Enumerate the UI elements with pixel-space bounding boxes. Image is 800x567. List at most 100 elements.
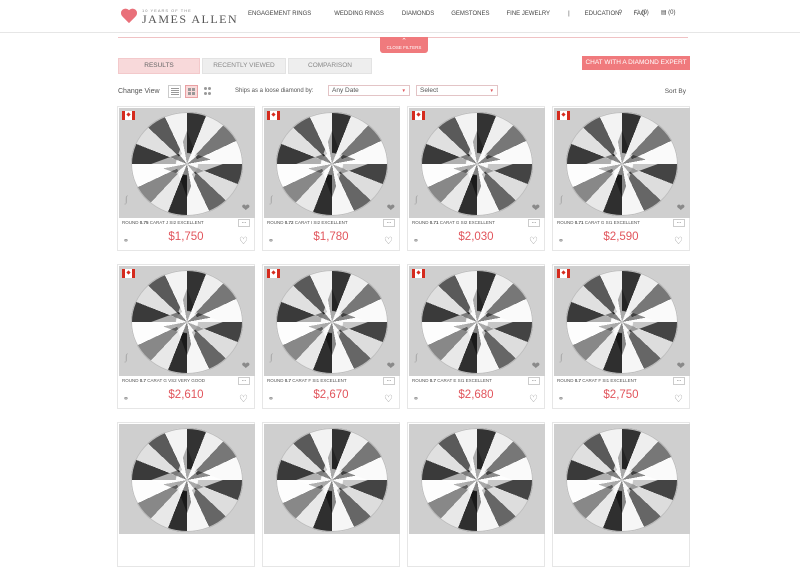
james-allen-logo[interactable]: 10 YEARS OF THE JAMES ALLEN	[120, 6, 238, 28]
product-card[interactable]: ∫ ❤ ROUND 0.7 CARAT E SI1 EXCELLENT... ⚭ $2,…	[407, 264, 545, 409]
ship-date-value: Any Date	[332, 87, 359, 94]
canada-flag-icon	[557, 269, 570, 278]
product-card[interactable]: ∫ ❤ ROUND 0.7 CARAT F SI1 EXCELLENT... ⚭ $2,…	[262, 264, 400, 409]
chat-expert-button[interactable]: CHAT WITH A DIAMOND EXPERT	[582, 56, 690, 70]
diamond-image[interactable]	[119, 424, 255, 534]
list-view-icon[interactable]	[168, 85, 181, 98]
desc-specs: CARAT I SI2 EXCELLENT	[294, 220, 348, 225]
more-options-icon[interactable]: ...	[673, 219, 685, 227]
canada-flag-icon	[122, 111, 135, 120]
watermark-logo: ∫	[125, 194, 128, 204]
desc-specs: CARAT G VS2 VERY GOOD	[147, 378, 205, 383]
diamond-image[interactable]: ∫ ❤	[119, 108, 255, 218]
results-toolbar: Change View Ships as a loose diamond by:…	[118, 85, 690, 99]
watermark-logo: ∫	[270, 352, 273, 362]
diamond-image[interactable]: ∫ ❤	[409, 108, 545, 218]
nav-fine-jewelry[interactable]: FINE JEWELRY	[506, 11, 550, 17]
product-card[interactable]	[407, 422, 545, 567]
favorite-heart-icon[interactable]: ♡	[674, 394, 683, 405]
diamond-description: ROUND 0.7 CARAT E SI1 EXCELLENT	[412, 378, 492, 383]
tab-results[interactable]: RESULTS	[118, 58, 200, 74]
ships-by-label: Ships as a loose diamond by:	[235, 88, 314, 94]
desc-shape: ROUND	[267, 378, 284, 383]
favorite-heart-icon[interactable]: ♡	[674, 236, 683, 247]
favorite-heart-icon[interactable]: ♡	[239, 236, 248, 247]
desc-specs: CARAT F SI1 EXCELLENT	[582, 378, 637, 383]
product-card[interactable]: ∫ ❤ ROUND 0.7 CARAT G VS2 VERY GOOD... ⚭ $2,…	[117, 264, 255, 409]
watermark-logo: ∫	[270, 194, 273, 204]
more-options-icon[interactable]: ...	[383, 377, 395, 385]
heart-icon: ♡	[634, 10, 640, 16]
nav-education[interactable]: EDUCATION	[585, 11, 620, 17]
favorite-heart-icon[interactable]: ♡	[384, 236, 393, 247]
canada-flag-icon	[412, 269, 425, 278]
caret-down-icon: ▼	[489, 88, 494, 93]
search-icon[interactable]: ⚲	[618, 9, 622, 16]
heart-badge-icon: ❤	[531, 361, 540, 372]
diamond-image[interactable]: ∫ ❤	[264, 108, 400, 218]
nav-gemstones[interactable]: GEMSTONES	[451, 11, 489, 17]
price: $1,780	[313, 231, 349, 243]
grid-view-icon[interactable]	[185, 85, 198, 98]
view-switcher	[168, 85, 215, 98]
diamond-image[interactable]: ∫ ❤	[554, 108, 690, 218]
diamond-description: ROUND 0.7 CARAT G VS2 VERY GOOD	[122, 378, 205, 383]
diamond-image[interactable]: ∫ ❤	[264, 266, 400, 376]
price: $2,030	[458, 231, 494, 243]
more-options-icon[interactable]: ...	[238, 219, 250, 227]
diamond-image[interactable]: ∫ ❤	[409, 266, 545, 376]
favorite-heart-icon[interactable]: ♡	[239, 394, 248, 405]
nav-wedding-rings[interactable]: WEDDING RINGS	[334, 11, 384, 17]
product-card[interactable]: ∫ ❤ ROUND 0.7 CARAT F SI1 EXCELLENT... ⚭ $2,…	[552, 264, 690, 409]
more-options-icon[interactable]: ...	[673, 377, 685, 385]
diamond-graphic	[421, 428, 533, 532]
desc-shape: ROUND	[412, 220, 429, 225]
cart-button[interactable]: ▤ (0)	[661, 9, 676, 16]
tab-comparison[interactable]: COMPARISON	[288, 58, 372, 74]
diamond-image[interactable]	[264, 424, 400, 534]
diamond-graphic	[276, 112, 388, 216]
tab-recently-viewed[interactable]: RECENTLY VIEWED	[202, 58, 286, 74]
sort-by-label[interactable]: Sort By	[665, 88, 686, 95]
close-filters-button[interactable]: ⌃ CLOSE FILTERS	[380, 37, 428, 53]
desc-carat: 0.7	[574, 378, 582, 383]
diamond-image[interactable]	[554, 424, 690, 534]
desc-specs: CARAT E SI1 EXCELLENT	[437, 378, 492, 383]
desc-shape: ROUND	[122, 378, 139, 383]
wishlist-button[interactable]: ♡ (0)	[634, 9, 648, 16]
product-card[interactable]	[117, 422, 255, 567]
favorite-heart-icon[interactable]: ♡	[529, 394, 538, 405]
secondary-select[interactable]: Select ▼	[416, 85, 498, 96]
price: $2,750	[603, 389, 639, 401]
more-options-icon[interactable]: ...	[528, 377, 540, 385]
diamond-image[interactable]: ∫ ❤	[119, 266, 255, 376]
large-grid-icon[interactable]	[202, 85, 215, 98]
canada-flag-icon	[122, 269, 135, 278]
favorite-heart-icon[interactable]: ♡	[384, 394, 393, 405]
watermark-logo: ∫	[560, 194, 563, 204]
diamond-image[interactable]	[409, 424, 545, 534]
nav-diamonds[interactable]: DIAMONDS	[402, 11, 434, 17]
product-card[interactable]: ∫ ❤ ROUND 0.71 CARAT G SI2 EXCELLENT... ⚭ $2…	[407, 106, 545, 251]
diamond-image[interactable]: ∫ ❤	[554, 266, 690, 376]
desc-carat: 0.71	[429, 220, 439, 225]
product-card[interactable]	[552, 422, 690, 567]
nav-engagement-rings[interactable]: ENGAGEMENT RINGS	[248, 11, 311, 17]
ship-date-select[interactable]: Any Date ▼	[328, 85, 410, 96]
desc-carat: 0.7	[139, 378, 147, 383]
heart-badge-icon: ❤	[676, 361, 685, 372]
product-card[interactable]	[262, 422, 400, 567]
more-options-icon[interactable]: ...	[238, 377, 250, 385]
more-options-icon[interactable]: ...	[383, 219, 395, 227]
desc-carat: 0.7	[429, 378, 437, 383]
logo-heart-icon	[120, 9, 138, 25]
product-card[interactable]: ∫ ❤ ROUND 0.71 CARAT G SI1 EXCELLENT... ⚭ $2…	[552, 106, 690, 251]
cart-count: (0)	[668, 10, 676, 16]
product-card[interactable]: ∫ ❤ ROUND 0.72 CARAT I SI2 EXCELLENT... ⚭ $1…	[262, 106, 400, 251]
desc-specs: CARAT F SI1 EXCELLENT	[292, 378, 347, 383]
product-card[interactable]: ∫ ❤ ROUND 0.75 CARAT J SI2 EXCELLENT... ⚭ $1…	[117, 106, 255, 251]
diamond-graphic	[566, 112, 678, 216]
favorite-heart-icon[interactable]: ♡	[529, 236, 538, 247]
more-options-icon[interactable]: ...	[528, 219, 540, 227]
desc-carat: 0.72	[284, 220, 294, 225]
